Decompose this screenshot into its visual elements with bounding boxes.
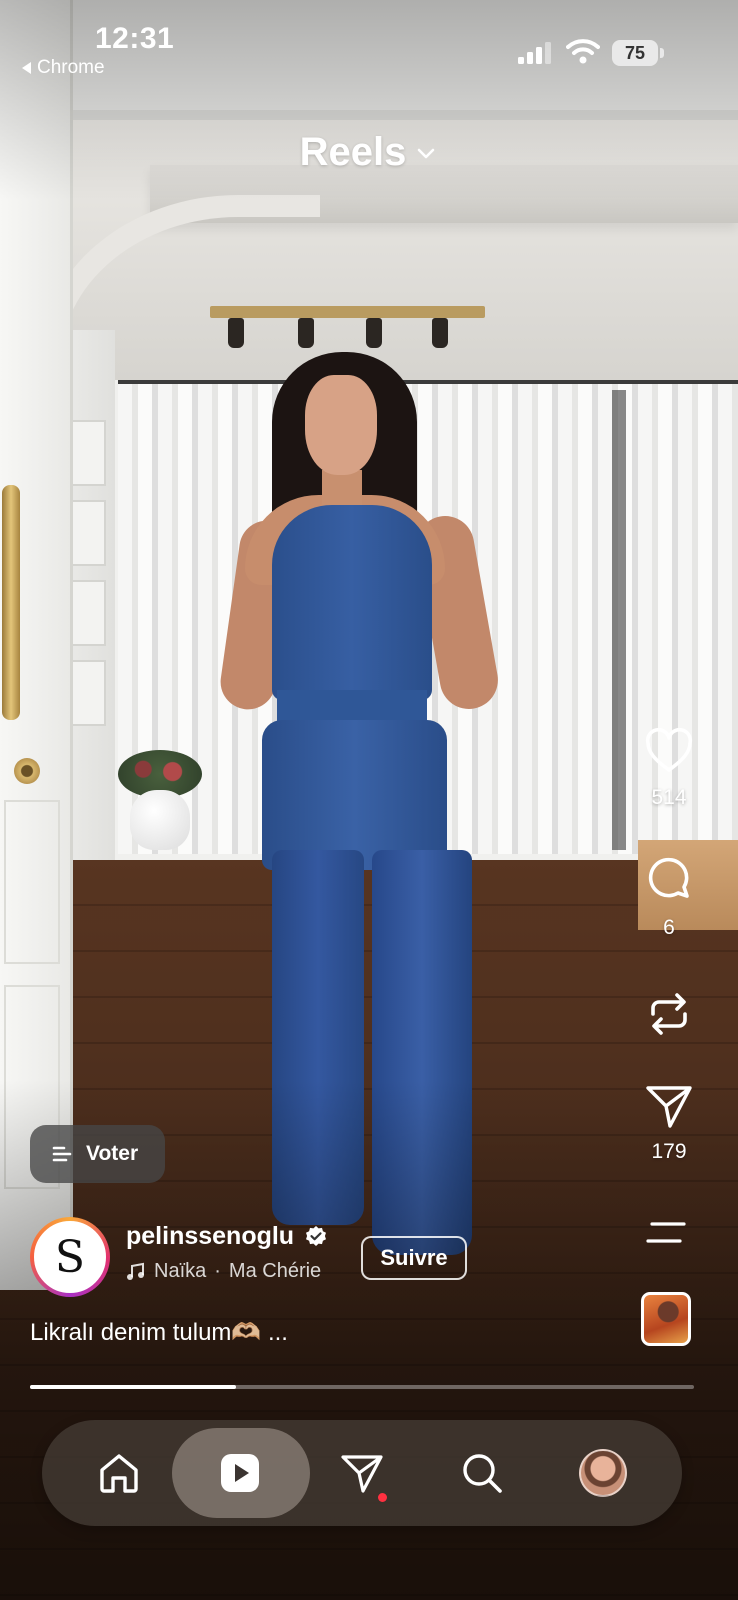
reels-screen: 12:31 Chrome 75 Reels 514 6 179 Voter S …	[0, 0, 738, 1600]
search-icon	[463, 1454, 502, 1493]
reel-video[interactable]	[0, 0, 738, 1600]
track-light-rail	[210, 306, 485, 318]
battery-indicator: 75	[612, 40, 658, 66]
home-icon	[100, 1454, 138, 1493]
reel-caption[interactable]: Likralı denim tulum🫶🏼 ...	[30, 1318, 288, 1347]
avatar-inner: S	[34, 1221, 106, 1293]
comment-button[interactable]: 6	[640, 856, 698, 940]
paper-plane-icon	[646, 1086, 692, 1128]
follow-button[interactable]: Suivre	[361, 1236, 467, 1280]
playback-progress[interactable]	[30, 1385, 694, 1389]
status-time: 12:31	[95, 22, 175, 55]
page-title: Reels	[299, 130, 407, 174]
spotlight	[228, 318, 244, 348]
reels-play-icon	[221, 1454, 259, 1492]
audio-separator: ·	[214, 1260, 221, 1282]
poll-button[interactable]: Voter	[30, 1125, 165, 1183]
nav-reels[interactable]	[200, 1433, 280, 1513]
unread-dot	[378, 1493, 387, 1502]
door-panel	[4, 800, 60, 964]
like-count: 514	[651, 786, 687, 809]
spotlight	[432, 318, 448, 348]
paper-plane-icon	[341, 1455, 383, 1493]
denim-jumpsuit-hips	[262, 720, 447, 870]
author-avatar[interactable]: S	[30, 1217, 110, 1297]
audio-artist: Naïka	[154, 1260, 207, 1282]
author-name-row[interactable]: pelinssenoglu	[126, 1222, 328, 1251]
vase	[130, 790, 190, 850]
door-lock	[14, 758, 40, 784]
back-to-app[interactable]: Chrome	[22, 57, 105, 79]
back-app-label: Chrome	[37, 57, 105, 78]
curtain-gap	[612, 390, 626, 850]
music-note-icon	[127, 1262, 144, 1280]
back-triangle-icon	[22, 62, 31, 74]
like-button[interactable]: 514	[640, 726, 698, 810]
spotlight	[298, 318, 314, 348]
author-username: pelinssenoglu	[126, 1222, 295, 1250]
audio-track: Ma Chérie	[228, 1260, 322, 1282]
repost-icon	[651, 993, 687, 1035]
person-face	[305, 375, 377, 475]
spotlight	[366, 318, 382, 348]
reels-header[interactable]: Reels	[0, 130, 738, 175]
cellular-signal-icon	[518, 42, 551, 64]
chevron-down-icon	[418, 148, 435, 158]
comment-bubble-icon	[648, 857, 689, 898]
comment-count: 6	[663, 916, 675, 939]
heart-icon	[645, 727, 693, 772]
nav-messages[interactable]	[322, 1433, 402, 1513]
audio-info[interactable]: Naïka · Ma Chérie	[126, 1260, 321, 1283]
profile-avatar	[579, 1449, 627, 1497]
denim-jumpsuit-top	[272, 505, 432, 700]
person-neck	[322, 470, 362, 510]
share-button[interactable]: 179	[640, 1080, 698, 1164]
repost-button[interactable]	[640, 988, 698, 1040]
verified-badge-icon	[306, 1225, 327, 1246]
door-handle	[2, 485, 20, 720]
nav-profile[interactable]	[563, 1433, 643, 1513]
poll-icon	[52, 1146, 72, 1162]
wifi-icon	[566, 39, 600, 64]
poll-label: Voter	[86, 1142, 139, 1165]
bottom-navigation	[42, 1420, 682, 1526]
more-options-button[interactable]	[646, 1218, 690, 1248]
playback-progress-fill	[30, 1385, 236, 1389]
share-count: 179	[651, 1140, 687, 1163]
audio-thumbnail[interactable]	[641, 1292, 691, 1346]
avatar-logo: S	[54, 1231, 86, 1283]
nav-home[interactable]	[79, 1433, 159, 1513]
battery-nub	[660, 48, 664, 58]
nav-search[interactable]	[442, 1433, 522, 1513]
